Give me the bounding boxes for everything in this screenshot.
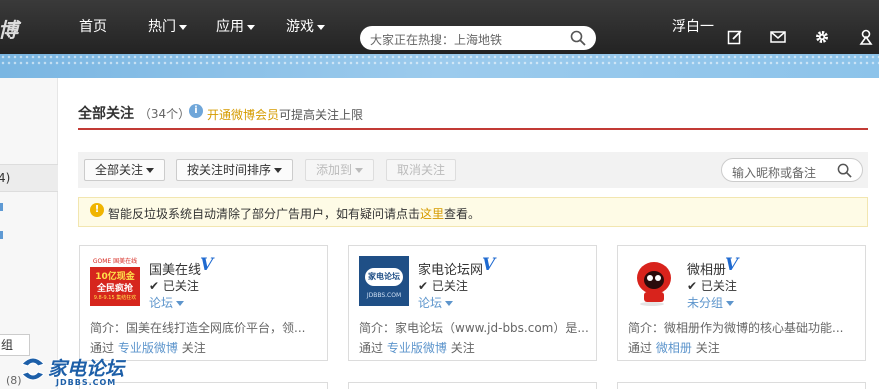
vip-link[interactable]: 开通微博会员 bbox=[207, 108, 279, 122]
search-icon[interactable] bbox=[570, 30, 586, 46]
follow-status[interactable]: ✔ 已关注 bbox=[687, 277, 737, 294]
chevron-down-icon bbox=[445, 301, 454, 306]
game-controller-icon[interactable] bbox=[858, 29, 874, 45]
sidebar-marker bbox=[0, 203, 3, 211]
vip-prompt: 开通微博会员可提高关注上限 bbox=[207, 108, 364, 122]
avatar[interactable]: 家电论坛 JDBBS.COM bbox=[359, 256, 409, 306]
source-link[interactable]: 微相册 bbox=[656, 341, 692, 355]
follow-card: 家电论坛 JDBBS.COM 家电论坛网 V ✔ 已关注 论坛 简介：家电论坛（… bbox=[348, 245, 597, 361]
search-input[interactable]: 大家正在热搜：上海地铁 bbox=[360, 26, 596, 50]
forum-watermark: 家电论坛 JDBBS.COM bbox=[18, 350, 158, 389]
all-follows-dropdown[interactable]: 全部关注 bbox=[84, 159, 166, 181]
banner-pattern bbox=[0, 54, 879, 66]
unfollow-button[interactable]: 取消关注 bbox=[386, 159, 457, 181]
follow-card bbox=[348, 382, 597, 389]
compose-icon[interactable] bbox=[727, 29, 743, 45]
chevron-down-icon bbox=[726, 301, 735, 306]
chevron-down-icon bbox=[176, 301, 185, 306]
source-link[interactable]: 专业版微博 bbox=[387, 341, 447, 355]
sidebar-item-count: 4) bbox=[0, 171, 11, 185]
check-icon: ✔ bbox=[149, 279, 160, 293]
warning-icon: ! bbox=[90, 203, 104, 217]
sidebar-marker bbox=[0, 231, 3, 239]
group-dropdown[interactable]: 论坛 bbox=[149, 294, 185, 311]
user-name-link[interactable]: 浮白一 bbox=[672, 0, 714, 54]
sort-dropdown[interactable]: 按关注时间排序 bbox=[176, 159, 294, 181]
account-name[interactable]: 国美在线 bbox=[149, 259, 201, 278]
group-dropdown[interactable]: 未分组 bbox=[687, 294, 735, 311]
follow-count: （34个） bbox=[138, 107, 191, 121]
page-title: 全部关注 （34个） bbox=[78, 106, 191, 122]
info-icon: i bbox=[189, 104, 203, 118]
chevron-down-icon bbox=[274, 168, 283, 173]
top-navbar: 博 首页 热门 应用 游戏 大家正在热搜：上海地铁 浮白一 bbox=[0, 0, 879, 54]
chevron-down-icon bbox=[179, 24, 187, 30]
filter-placeholder: 输入昵称或备注 bbox=[732, 166, 817, 180]
follow-card bbox=[617, 382, 866, 389]
title-divider bbox=[78, 128, 868, 130]
nickname-filter-input[interactable]: 输入昵称或备注 bbox=[721, 158, 863, 182]
verified-icon: V bbox=[725, 255, 739, 275]
nav-hot[interactable]: 热门 bbox=[148, 0, 187, 54]
notice-text: 智能反垃圾系统自动清除了部分广告用户，如有疑问请点击这里查看。 bbox=[108, 207, 481, 221]
avatar[interactable] bbox=[628, 256, 678, 306]
chevron-down-icon bbox=[146, 168, 155, 173]
nav-apps[interactable]: 应用 bbox=[216, 0, 255, 54]
account-description: 简介：微相册作为微博的核心基础功能... bbox=[628, 321, 844, 335]
follow-status[interactable]: ✔ 已关注 bbox=[149, 277, 199, 294]
search-icon[interactable] bbox=[837, 163, 852, 178]
avatar[interactable]: GOME 国美在线 10亿现金 全民疯抢 9.8-9.15 集结狂欢 bbox=[90, 256, 140, 306]
mascot-icon bbox=[628, 256, 678, 306]
account-description: 简介：家电论坛（www.jd-bbs.com）是... bbox=[359, 321, 589, 335]
follow-source: 通过 专业版微博 关注 bbox=[359, 341, 475, 355]
account-name[interactable]: 家电论坛网 bbox=[418, 259, 483, 278]
nav-home[interactable]: 首页 bbox=[79, 0, 107, 54]
follow-card: 微相册 V ✔ 已关注 未分组 简介：微相册作为微博的核心基础功能... 通过 … bbox=[617, 245, 866, 361]
verified-icon: V bbox=[482, 255, 496, 275]
group-dropdown[interactable]: 论坛 bbox=[418, 294, 454, 311]
chevron-down-icon bbox=[355, 168, 364, 173]
search-placeholder: 大家正在热搜：上海地铁 bbox=[370, 33, 503, 47]
add-to-group-button[interactable]: 添加到 bbox=[305, 159, 375, 181]
follow-source: 通过 微相册 关注 bbox=[628, 341, 720, 355]
nav-games[interactable]: 游戏 bbox=[286, 0, 325, 54]
gear-icon[interactable] bbox=[814, 29, 830, 45]
account-description: 简介：国美在线打造全网底价平台，领... bbox=[90, 321, 306, 335]
weibo-logo[interactable]: 博 bbox=[0, 14, 18, 43]
chevron-down-icon bbox=[247, 24, 255, 30]
follow-card: GOME 国美在线 10亿现金 全民疯抢 9.8-9.15 集结狂欢 国美在线 … bbox=[79, 245, 328, 361]
chevron-down-icon bbox=[317, 24, 325, 30]
mail-icon[interactable] bbox=[770, 29, 786, 45]
verified-icon: V bbox=[200, 255, 214, 275]
notice-link[interactable]: 这里 bbox=[420, 207, 444, 221]
watermark-logo-icon bbox=[21, 357, 45, 381]
check-icon: ✔ bbox=[687, 279, 698, 293]
check-icon: ✔ bbox=[418, 279, 429, 293]
follow-status[interactable]: ✔ 已关注 bbox=[418, 277, 468, 294]
account-name[interactable]: 微相册 bbox=[687, 259, 726, 278]
